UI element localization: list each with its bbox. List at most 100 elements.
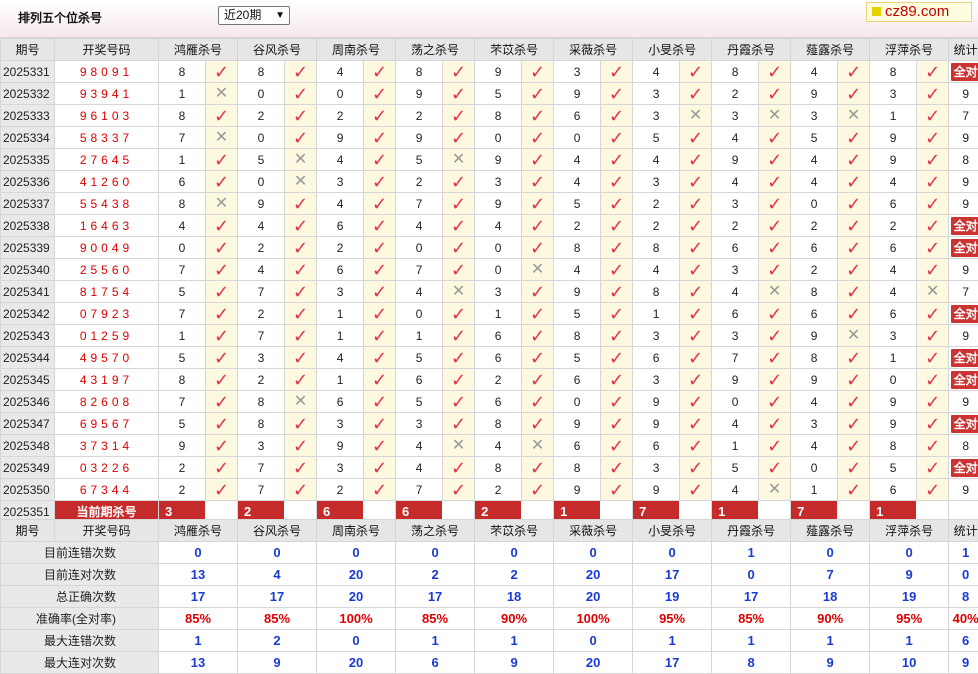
check-icon: ✓ bbox=[609, 436, 624, 456]
result-cell: ✓ bbox=[838, 61, 870, 83]
result-cell: ✓ bbox=[759, 259, 791, 281]
check-icon: ✓ bbox=[767, 194, 782, 214]
kill-number-cell: 6 bbox=[712, 237, 759, 259]
page-title: 排列五个位杀号 bbox=[18, 9, 102, 26]
kill-number-cell: 3 bbox=[317, 281, 364, 303]
check-icon: ✓ bbox=[925, 62, 940, 82]
kill-number-cell: 4 bbox=[633, 61, 680, 83]
result-cell: ✓ bbox=[601, 193, 633, 215]
result-cell: ✓ bbox=[443, 391, 475, 413]
result-cell: ✓ bbox=[522, 347, 554, 369]
stats-value: 0 bbox=[554, 630, 633, 652]
result-cell: ✓ bbox=[601, 127, 633, 149]
stats-col-expert[interactable]: 采薇杀号 bbox=[554, 520, 633, 542]
kill-number-cell: 2 bbox=[238, 303, 285, 325]
main-col-expert[interactable]: 浮萍杀号 bbox=[870, 39, 949, 61]
check-icon: ✓ bbox=[846, 84, 861, 104]
check-icon: ✓ bbox=[293, 84, 308, 104]
check-icon: ✓ bbox=[688, 414, 703, 434]
main-col-expert[interactable]: 采薇杀号 bbox=[554, 39, 633, 61]
kill-number-cell: 2 bbox=[554, 215, 601, 237]
result-cell: ✓ bbox=[443, 347, 475, 369]
main-col-expert[interactable]: 芣苡杀号 bbox=[475, 39, 554, 61]
stats-col-expert[interactable]: 芣苡杀号 bbox=[475, 520, 554, 542]
check-icon: ✓ bbox=[451, 62, 466, 82]
result-cell: ✓ bbox=[364, 237, 396, 259]
kill-number-cell: 3 bbox=[633, 369, 680, 391]
result-cell: ✓ bbox=[443, 105, 475, 127]
result-cell: ✕ bbox=[522, 435, 554, 457]
check-icon: ✓ bbox=[767, 260, 782, 280]
main-col-expert[interactable]: 荡之杀号 bbox=[396, 39, 475, 61]
result-cell: ✓ bbox=[285, 193, 317, 215]
main-col-expert[interactable]: 周南杀号 bbox=[317, 39, 396, 61]
correct-count: 7 bbox=[962, 285, 969, 299]
period-select[interactable]: 近20期▼ bbox=[218, 6, 290, 25]
result-cell: ✓ bbox=[759, 457, 791, 479]
result-cell: ✓ bbox=[680, 61, 712, 83]
stats-col-expert[interactable]: 小旻杀号 bbox=[633, 520, 712, 542]
kill-number-cell: 0 bbox=[870, 369, 917, 391]
check-icon: ✓ bbox=[451, 216, 466, 236]
main-col-expert[interactable]: 小旻杀号 bbox=[633, 39, 712, 61]
check-icon: ✓ bbox=[372, 106, 387, 126]
stats-col-expert[interactable]: 浮萍杀号 bbox=[870, 520, 949, 542]
result-cell: ✕ bbox=[680, 105, 712, 127]
result-cell: ✓ bbox=[206, 259, 238, 281]
check-icon: ✓ bbox=[925, 392, 940, 412]
kill-number-cell: 2 bbox=[238, 105, 285, 127]
kill-number-cell: 6 bbox=[554, 105, 601, 127]
result-cell: ✓ bbox=[522, 303, 554, 325]
brand-badge[interactable]: cz89.com bbox=[866, 2, 972, 22]
check-icon: ✓ bbox=[214, 282, 229, 302]
stats-row: 总正确次数171720171820191718198 bbox=[1, 586, 978, 608]
total-cell: 7 bbox=[949, 105, 978, 127]
stats-col-expert[interactable]: 鸿雁杀号 bbox=[159, 520, 238, 542]
result-cell: ✓ bbox=[601, 259, 633, 281]
stats-row: 最大连错次数12011011116 bbox=[1, 630, 978, 652]
correct-count: 9 bbox=[962, 131, 969, 145]
result-cell: ✓ bbox=[285, 215, 317, 237]
check-icon: ✓ bbox=[530, 62, 545, 82]
correct-count: 8 bbox=[962, 439, 969, 453]
check-icon: ✓ bbox=[767, 458, 782, 478]
check-icon: ✓ bbox=[451, 128, 466, 148]
kill-number-cell: 9 bbox=[396, 83, 443, 105]
period-cell: 2025334 bbox=[1, 127, 55, 149]
draw-number-cell: 55438 bbox=[55, 193, 159, 215]
stats-value: 0 bbox=[791, 542, 870, 564]
check-icon: ✓ bbox=[530, 414, 545, 434]
check-icon: ✓ bbox=[293, 260, 308, 280]
kill-number-cell: 4 bbox=[475, 215, 522, 237]
result-cell: ✓ bbox=[522, 83, 554, 105]
stats-col-expert[interactable]: 薤露杀号 bbox=[791, 520, 870, 542]
stats-col-expert[interactable]: 丹霞杀号 bbox=[712, 520, 791, 542]
check-icon: ✓ bbox=[372, 194, 387, 214]
check-icon: ✓ bbox=[293, 216, 308, 236]
result-cell: ✓ bbox=[759, 127, 791, 149]
kill-number-cell: 4 bbox=[712, 479, 759, 501]
cross-icon: ✕ bbox=[768, 283, 781, 300]
main-col-expert[interactable]: 薤露杀号 bbox=[791, 39, 870, 61]
check-icon: ✓ bbox=[925, 436, 940, 456]
stats-label: 总正确次数 bbox=[1, 586, 159, 608]
stats-col-expert[interactable]: 谷风杀号 bbox=[238, 520, 317, 542]
main-col-expert[interactable]: 鸿雁杀号 bbox=[159, 39, 238, 61]
stats-col-expert[interactable]: 周南杀号 bbox=[317, 520, 396, 542]
cross-icon: ✕ bbox=[847, 107, 860, 124]
stats-value: 1 bbox=[159, 630, 238, 652]
check-icon: ✓ bbox=[609, 106, 624, 126]
main-col-expert[interactable]: 丹霞杀号 bbox=[712, 39, 791, 61]
kill-number-cell: 6 bbox=[712, 303, 759, 325]
correct-count: 9 bbox=[962, 483, 969, 497]
kill-number-cell: 9 bbox=[475, 193, 522, 215]
result-cell: ✓ bbox=[917, 171, 949, 193]
table-row: 2025340255607✓4✓6✓7✓0✕4✓4✓3✓2✓4✓9 bbox=[1, 259, 978, 281]
total-cell: 9 bbox=[949, 325, 978, 347]
check-icon: ✓ bbox=[767, 392, 782, 412]
table-row: 2025350673442✓7✓2✓7✓2✓9✓9✓4✕1✓6✓9 bbox=[1, 479, 978, 501]
all-correct-badge: 全对 bbox=[951, 459, 978, 477]
main-col-expert[interactable]: 谷风杀号 bbox=[238, 39, 317, 61]
stats-col-expert[interactable]: 荡之杀号 bbox=[396, 520, 475, 542]
result-cell: ✓ bbox=[838, 347, 870, 369]
